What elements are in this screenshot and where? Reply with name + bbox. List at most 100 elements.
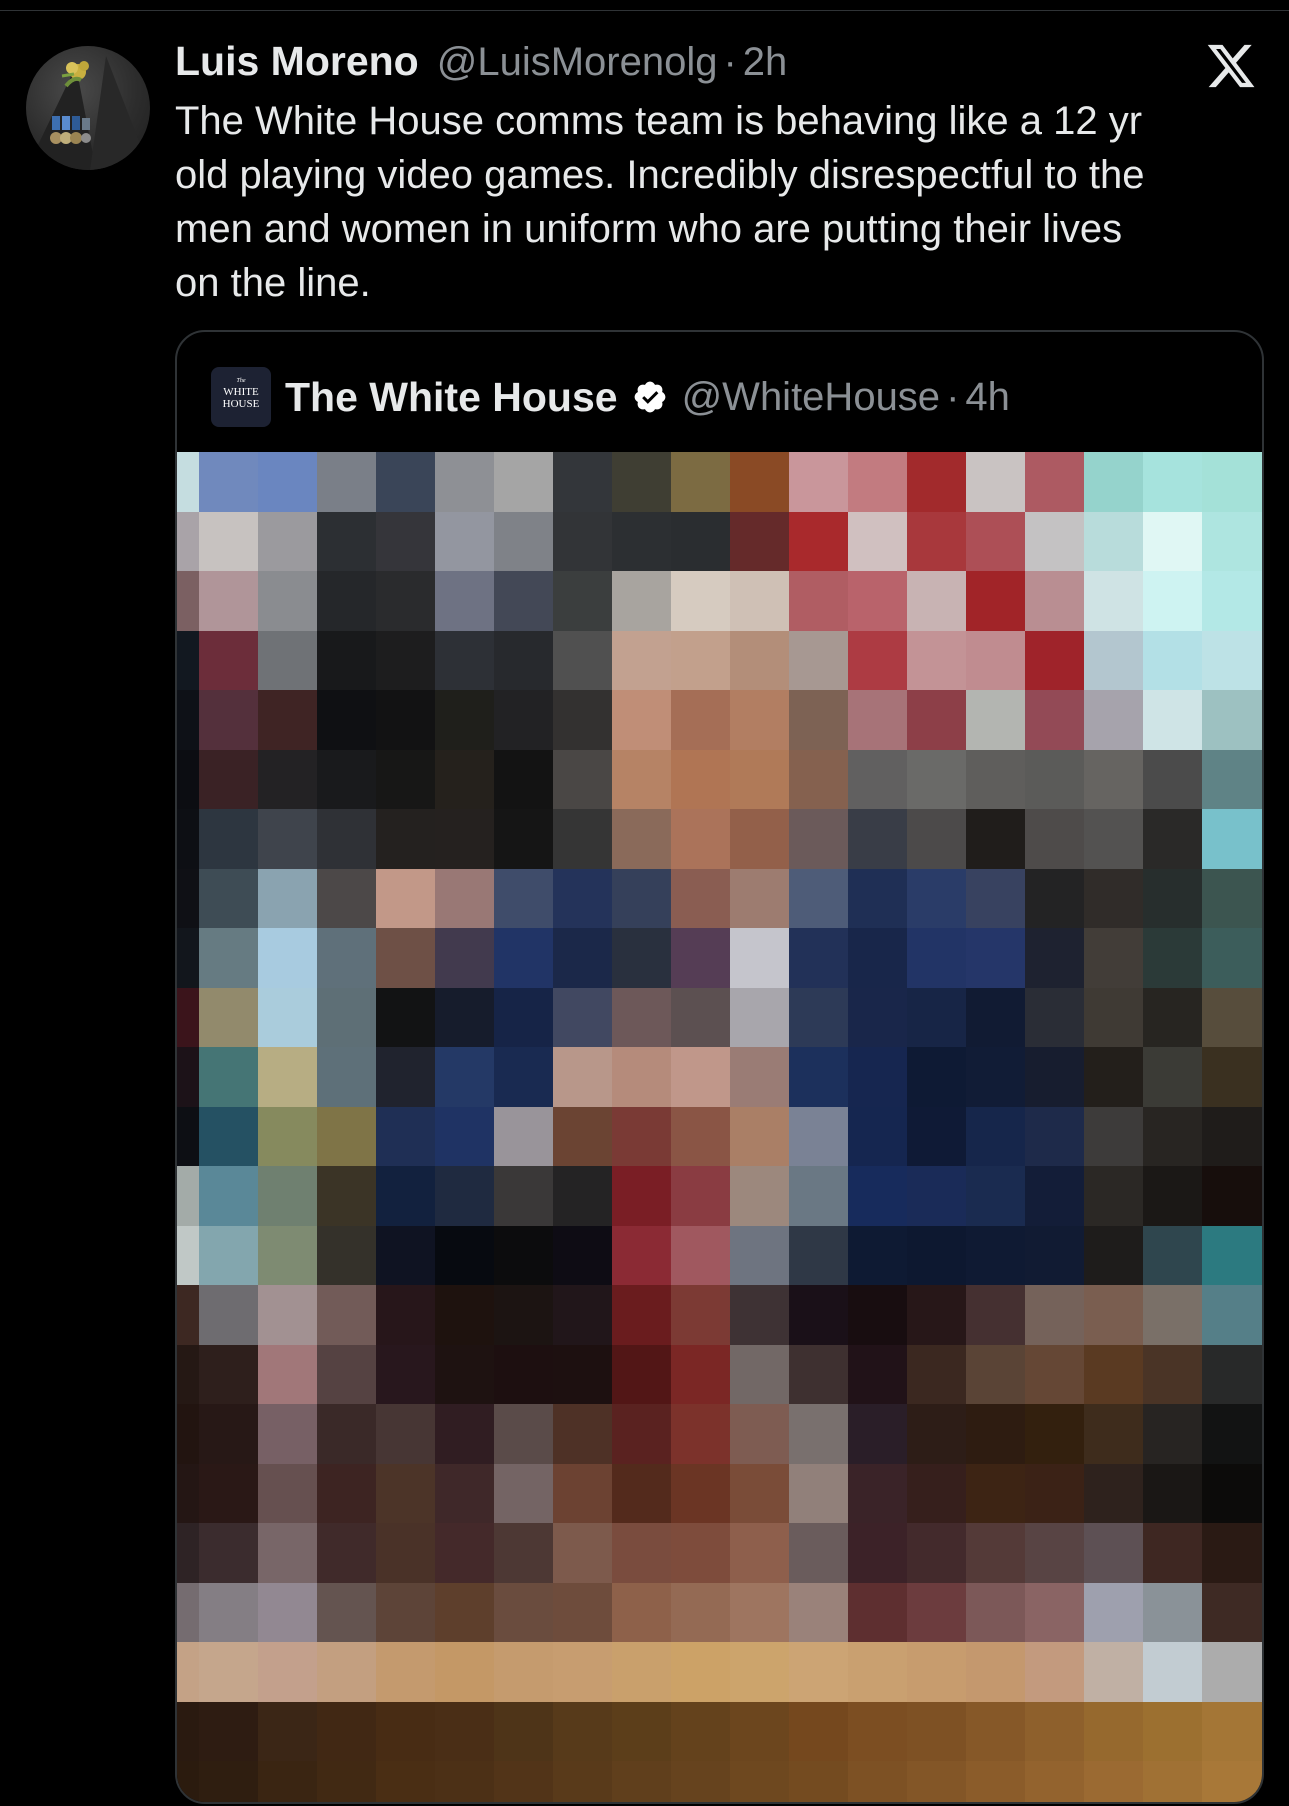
media-pixel bbox=[1202, 1761, 1262, 1802]
media-pixel bbox=[376, 1761, 435, 1802]
post-timestamp[interactable]: 2h bbox=[743, 40, 788, 85]
quoted-author-name[interactable]: The White House bbox=[285, 374, 618, 421]
quoted-media-pixelated-image[interactable] bbox=[177, 452, 1262, 1802]
media-pixel bbox=[258, 1642, 317, 1702]
media-pixel bbox=[1143, 809, 1202, 869]
media-pixel bbox=[317, 630, 376, 690]
media-pixel bbox=[435, 690, 494, 750]
media-pixel bbox=[1084, 928, 1143, 988]
media-pixel bbox=[848, 1761, 907, 1802]
quoted-timestamp[interactable]: 4h bbox=[965, 375, 1010, 420]
media-pixel bbox=[966, 1166, 1025, 1226]
media-pixel bbox=[177, 511, 199, 571]
media-pixel bbox=[177, 868, 199, 928]
media-pixel bbox=[199, 571, 258, 631]
media-pixel bbox=[966, 1225, 1025, 1285]
quoted-author-handle[interactable]: @WhiteHouse bbox=[682, 375, 940, 420]
media-pixel bbox=[1202, 571, 1262, 631]
media-pixel bbox=[435, 749, 494, 809]
media-pixel bbox=[966, 1404, 1025, 1464]
media-pixel bbox=[376, 1463, 435, 1523]
media-pixel bbox=[258, 690, 317, 750]
media-pixel bbox=[671, 1225, 730, 1285]
media-pixel bbox=[1025, 1166, 1084, 1226]
media-pixel bbox=[612, 928, 671, 988]
media-pixel bbox=[789, 1642, 848, 1702]
media-pixel bbox=[671, 1582, 730, 1642]
media-pixel bbox=[848, 511, 907, 571]
media-pixel bbox=[317, 1404, 376, 1464]
media-pixel bbox=[317, 809, 376, 869]
media-pixel bbox=[177, 1761, 199, 1802]
media-pixel bbox=[553, 1463, 612, 1523]
media-pixel bbox=[317, 1047, 376, 1107]
media-pixel bbox=[258, 1404, 317, 1464]
media-pixel bbox=[789, 1225, 848, 1285]
media-pixel bbox=[553, 1761, 612, 1802]
author-avatar[interactable] bbox=[26, 46, 150, 170]
media-pixel bbox=[553, 987, 612, 1047]
media-pixel bbox=[730, 987, 789, 1047]
media-pixel bbox=[317, 1166, 376, 1226]
media-pixel bbox=[494, 511, 553, 571]
media-pixel bbox=[907, 511, 966, 571]
media-pixel bbox=[730, 1761, 789, 1802]
author-name[interactable]: Luis Moreno bbox=[175, 38, 419, 85]
media-pixel bbox=[435, 1404, 494, 1464]
media-pixel bbox=[553, 1225, 612, 1285]
media-pixel bbox=[730, 1523, 789, 1583]
media-pixel bbox=[1143, 1166, 1202, 1226]
media-pixel bbox=[671, 987, 730, 1047]
media-pixel bbox=[317, 1106, 376, 1166]
media-pixel bbox=[376, 928, 435, 988]
media-pixel bbox=[1084, 1285, 1143, 1345]
media-pixel bbox=[671, 1761, 730, 1802]
media-pixel bbox=[1025, 928, 1084, 988]
media-pixel bbox=[907, 1225, 966, 1285]
post-text-line: on the line. bbox=[175, 261, 371, 305]
media-pixel bbox=[730, 571, 789, 631]
media-pixel bbox=[848, 452, 907, 512]
media-pixel bbox=[612, 1047, 671, 1107]
media-pixel bbox=[1202, 1523, 1262, 1583]
quoted-tweet[interactable]: The WHITE HOUSE The White House @WhiteHo… bbox=[175, 330, 1264, 1804]
media-pixel bbox=[1143, 987, 1202, 1047]
post-text-line: men and women in uniform who are putting… bbox=[175, 207, 1123, 251]
media-pixel bbox=[1143, 1582, 1202, 1642]
media-pixel bbox=[907, 1047, 966, 1107]
tweet[interactable]: Luis Moreno @LuisMorenolg · 2h The White… bbox=[0, 0, 1289, 1806]
media-pixel bbox=[317, 1761, 376, 1802]
media-pixel bbox=[1143, 868, 1202, 928]
media-pixel bbox=[553, 1285, 612, 1345]
media-pixel bbox=[199, 1225, 258, 1285]
white-house-avatar[interactable]: The WHITE HOUSE bbox=[211, 367, 271, 427]
post-text: The White House comms team is behaving l… bbox=[175, 94, 1245, 310]
media-pixel bbox=[848, 987, 907, 1047]
media-pixel bbox=[848, 1523, 907, 1583]
media-pixel bbox=[907, 868, 966, 928]
media-pixel bbox=[730, 1225, 789, 1285]
media-pixel bbox=[494, 1047, 553, 1107]
media-pixel bbox=[199, 809, 258, 869]
media-pixel bbox=[1202, 511, 1262, 571]
author-handle[interactable]: @LuisMorenolg bbox=[437, 40, 718, 85]
media-pixel bbox=[494, 1285, 553, 1345]
media-pixel bbox=[435, 1225, 494, 1285]
media-pixel bbox=[199, 1344, 258, 1404]
media-pixel bbox=[199, 1761, 258, 1802]
media-pixel bbox=[966, 809, 1025, 869]
media-pixel bbox=[553, 1701, 612, 1761]
media-pixel bbox=[1025, 1701, 1084, 1761]
media-pixel bbox=[177, 1344, 199, 1404]
media-pixel bbox=[612, 690, 671, 750]
media-pixel bbox=[966, 571, 1025, 631]
media-pixel bbox=[907, 1166, 966, 1226]
media-pixel bbox=[553, 1106, 612, 1166]
media-pixel bbox=[730, 511, 789, 571]
media-pixel bbox=[966, 452, 1025, 512]
media-pixel bbox=[730, 1701, 789, 1761]
media-pixel bbox=[1084, 1047, 1143, 1107]
x-logo-icon[interactable] bbox=[1205, 40, 1257, 92]
media-pixel bbox=[907, 1642, 966, 1702]
media-pixel bbox=[671, 809, 730, 869]
